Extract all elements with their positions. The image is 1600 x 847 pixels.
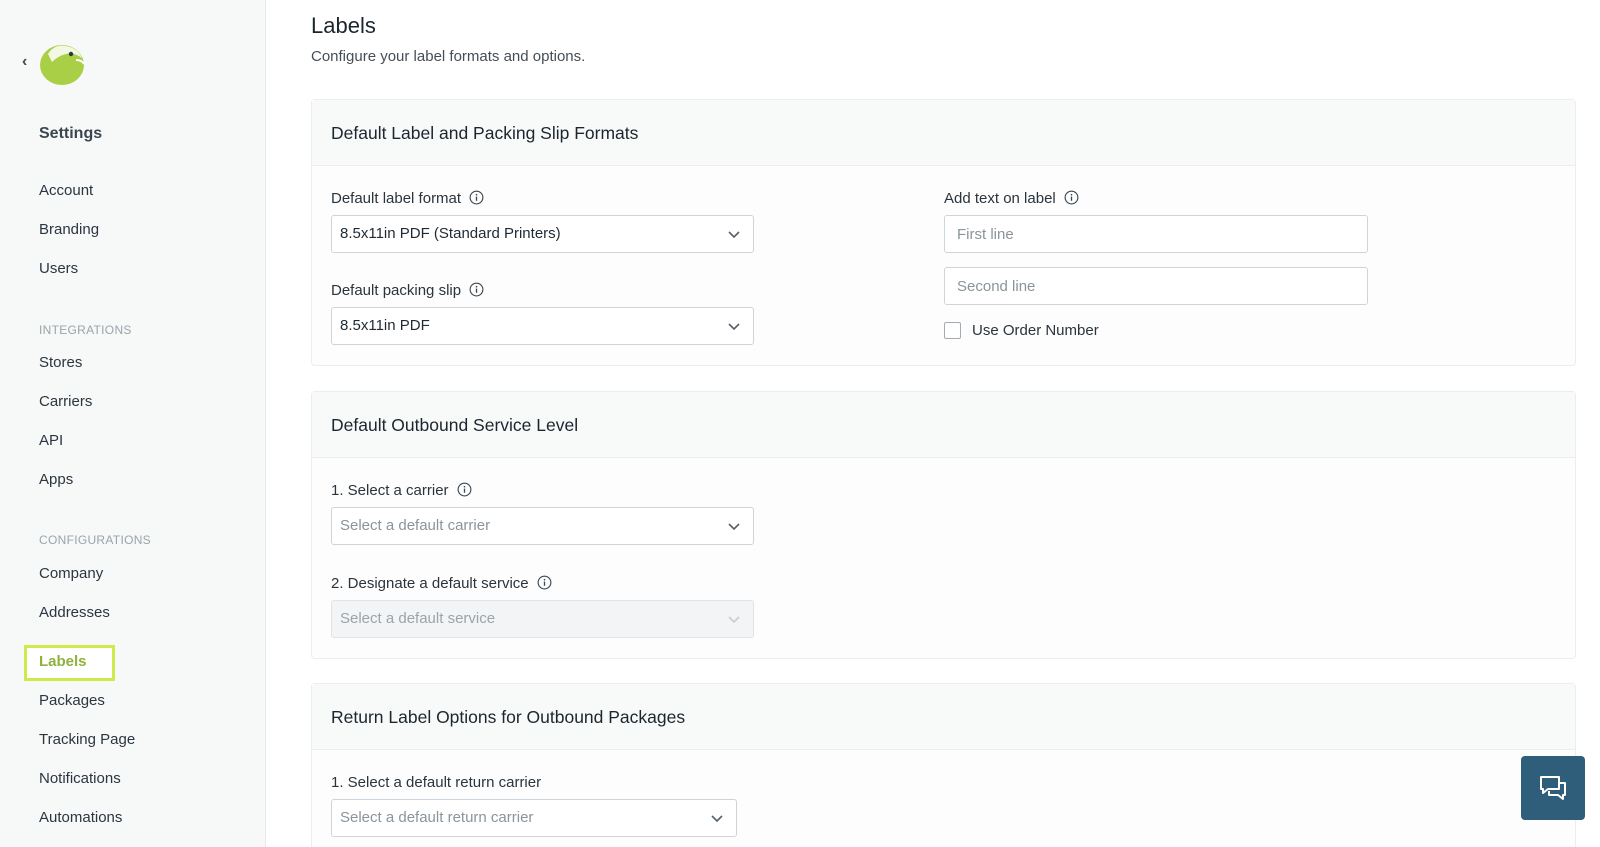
info-icon[interactable] <box>1064 190 1079 205</box>
outbound-card: Default Outbound Service Level 1. Select… <box>311 391 1576 659</box>
service-placeholder: Select a default service <box>340 610 496 627</box>
sidebar-item-labels[interactable]: Labels <box>39 652 87 672</box>
info-icon[interactable] <box>537 575 552 590</box>
sidebar-item-company[interactable]: Company <box>39 564 103 584</box>
back-chevron-icon[interactable]: ‹ <box>22 54 34 70</box>
main-content: Labels Configure your label formats and … <box>311 0 1600 847</box>
info-icon[interactable] <box>469 190 484 205</box>
return-card: Return Label Options for Outbound Packag… <box>311 683 1576 847</box>
label-format-label-text: Default label format <box>331 190 462 207</box>
packing-slip-field-label: Default packing slip <box>331 282 484 300</box>
sidebar-item-users[interactable]: Users <box>39 259 78 279</box>
use-order-number-label: Use Order Number <box>972 322 1099 339</box>
outbound-card-title: Default Outbound Service Level <box>312 392 1575 458</box>
formats-card-title: Default Label and Packing Slip Formats <box>312 100 1575 166</box>
carrier-select[interactable]: Select a default carrier <box>331 507 754 545</box>
packing-slip-value: 8.5x11in PDF <box>340 317 430 334</box>
sidebar-item-stores[interactable]: Stores <box>39 353 82 373</box>
sidebar-item-carriers[interactable]: Carriers <box>39 392 92 412</box>
add-text-label-text: Add text on label <box>944 190 1056 207</box>
packing-slip-label-text: Default packing slip <box>331 282 462 299</box>
sidebar-item-packages[interactable]: Packages <box>39 691 105 711</box>
info-icon[interactable] <box>469 282 484 297</box>
return-card-title: Return Label Options for Outbound Packag… <box>312 684 1575 750</box>
chat-icon <box>1540 776 1566 800</box>
sidebar-item-automations[interactable]: Automations <box>39 808 122 828</box>
carrier-label-text: 1. Select a carrier <box>331 482 449 499</box>
carrier-field-label: 1. Select a carrier <box>331 482 472 500</box>
chevron-down-icon <box>728 523 740 531</box>
sidebar-item-apps[interactable]: Apps <box>39 470 73 490</box>
label-format-value: 8.5x11in PDF (Standard Printers) <box>340 225 561 242</box>
chevron-down-icon <box>728 323 740 331</box>
second-line-input[interactable] <box>944 267 1368 305</box>
page-title: Labels <box>311 13 376 38</box>
sidebar-item-notifications[interactable]: Notifications <box>39 769 121 789</box>
label-format-field-label: Default label format <box>331 190 484 208</box>
first-line-input[interactable] <box>944 215 1368 253</box>
settings-title: Settings <box>39 125 103 142</box>
section-integrations: INTEGRATIONS <box>39 323 132 337</box>
sidebar-item-api[interactable]: API <box>39 431 63 451</box>
return-carrier-placeholder: Select a default return carrier <box>340 809 534 826</box>
formats-card: Default Label and Packing Slip Formats D… <box>311 99 1576 366</box>
add-text-field-label: Add text on label <box>944 190 1079 208</box>
chevron-down-icon <box>728 616 740 624</box>
chat-button[interactable] <box>1521 756 1585 820</box>
label-format-select[interactable]: 8.5x11in PDF (Standard Printers) <box>331 215 754 253</box>
chevron-down-icon <box>711 815 723 823</box>
sidebar: ‹ Settings Account Branding Users INTEGR… <box>0 0 266 847</box>
info-icon[interactable] <box>457 482 472 497</box>
use-order-number-checkbox[interactable] <box>944 322 961 339</box>
logo-icon[interactable] <box>38 40 86 86</box>
packing-slip-select[interactable]: 8.5x11in PDF <box>331 307 754 345</box>
service-field-label: 2. Designate a default service <box>331 575 552 593</box>
carrier-placeholder: Select a default carrier <box>340 517 491 534</box>
page-subtitle: Configure your label formats and options… <box>311 48 586 65</box>
service-select: Select a default service <box>331 600 754 638</box>
return-carrier-field-label: 1. Select a default return carrier <box>331 774 542 791</box>
sidebar-item-branding[interactable]: Branding <box>39 220 99 240</box>
section-configurations: CONFIGURATIONS <box>39 533 151 547</box>
return-carrier-select[interactable]: Select a default return carrier <box>331 799 737 837</box>
chevron-down-icon <box>728 231 740 239</box>
service-label-text: 2. Designate a default service <box>331 575 529 592</box>
sidebar-item-account[interactable]: Account <box>39 181 93 201</box>
sidebar-item-tracking-page[interactable]: Tracking Page <box>39 730 135 750</box>
sidebar-item-addresses[interactable]: Addresses <box>39 603 110 623</box>
